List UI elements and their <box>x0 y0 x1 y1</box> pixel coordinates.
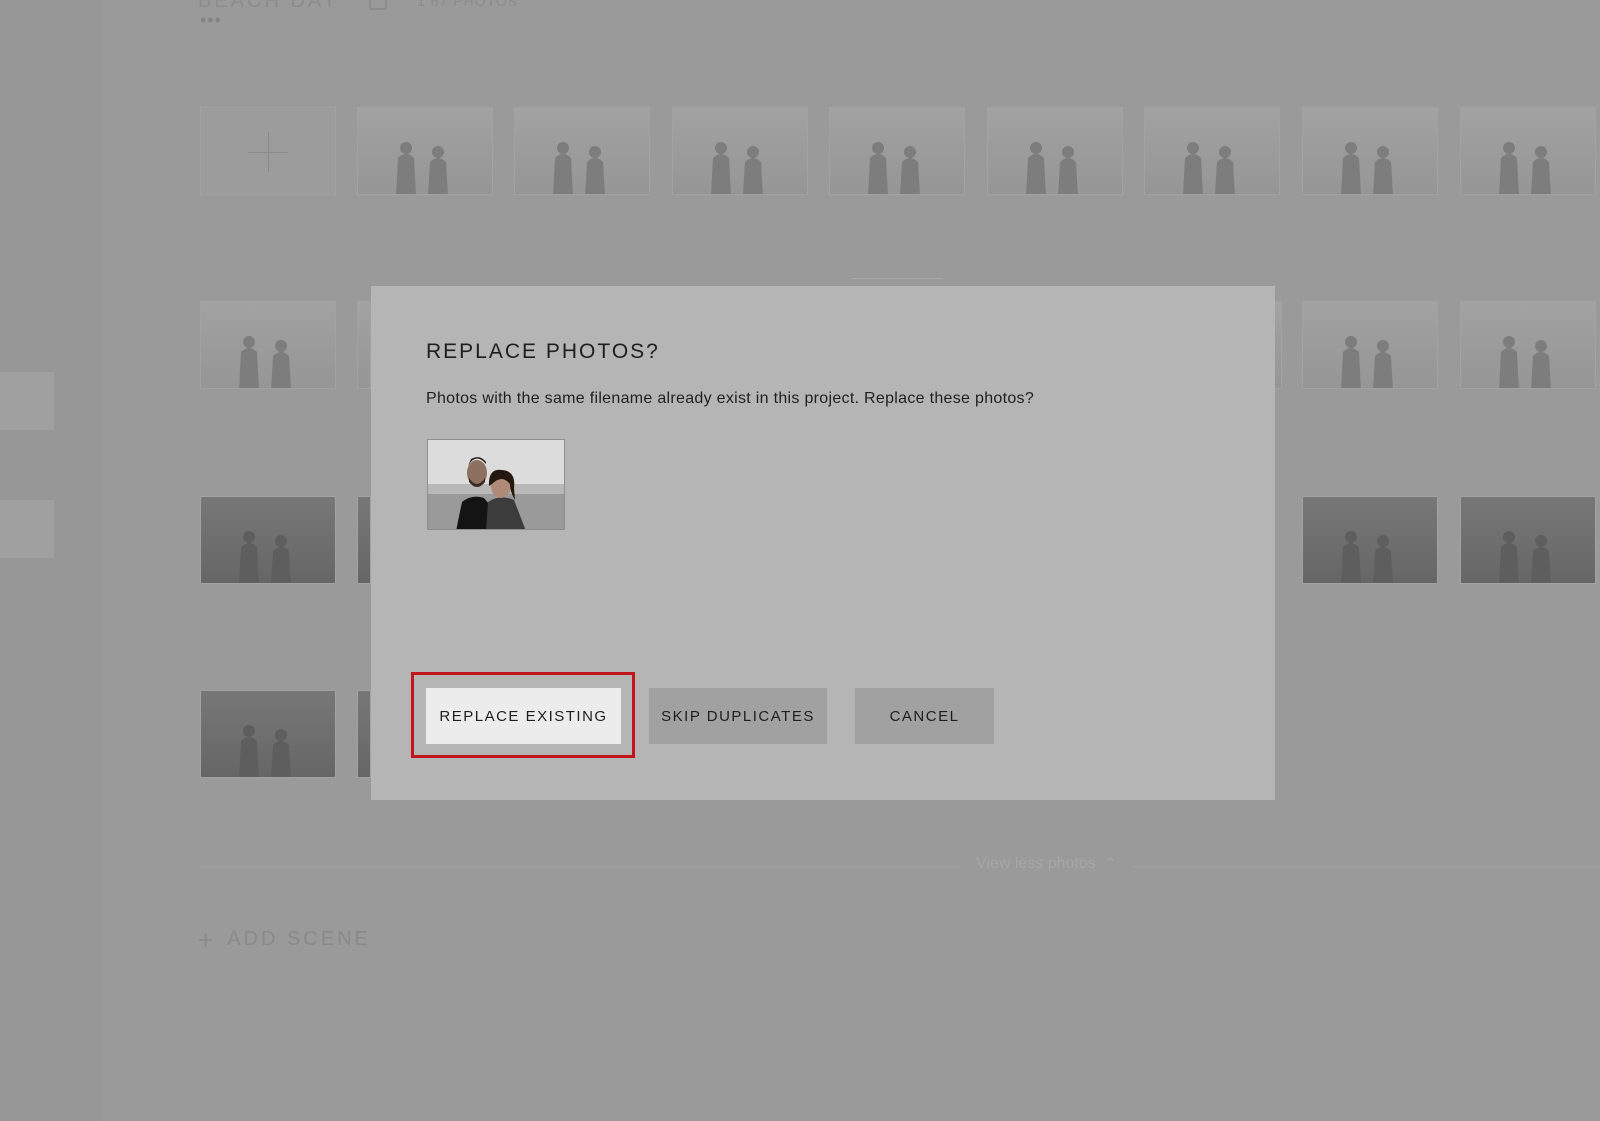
cancel-button[interactable]: CANCEL <box>855 688 994 744</box>
photo-thumbnail[interactable] <box>987 107 1123 195</box>
add-scene-button[interactable]: + ADD SCENE <box>198 924 371 955</box>
dialog-message: Photos with the same filename already ex… <box>426 390 1035 407</box>
photo-thumbnail[interactable] <box>1274 301 1282 389</box>
photo-thumbnail[interactable] <box>200 690 336 778</box>
photo-thumbnail[interactable] <box>357 496 371 584</box>
photo-thumbnail[interactable] <box>672 107 808 195</box>
photo-thumbnail[interactable] <box>1302 496 1438 584</box>
photo-thumbnail[interactable] <box>1460 496 1596 584</box>
add-scene-label: ADD SCENE <box>227 928 371 950</box>
replace-photos-dialog: REPLACE PHOTOS? Photos with the same fil… <box>371 286 1275 800</box>
chevron-up-icon: ⌃ <box>1103 856 1118 873</box>
photo-thumbnail[interactable] <box>200 496 336 584</box>
photo-thumbnail[interactable] <box>357 690 371 778</box>
photo-thumbnail[interactable] <box>514 107 650 195</box>
section-divider <box>200 866 1600 867</box>
photo-thumbnail[interactable] <box>1460 301 1596 389</box>
duplicate-photo-thumbnail <box>427 439 565 530</box>
skip-duplicates-button[interactable]: SKIP DUPLICATES <box>649 688 827 744</box>
add-photo-tile[interactable] <box>200 107 336 195</box>
replace-existing-button[interactable]: REPLACE EXISTING <box>426 688 621 744</box>
photo-thumbnail[interactable] <box>1302 301 1438 389</box>
photo-thumbnail[interactable] <box>200 301 336 389</box>
plus-icon: + <box>198 924 214 955</box>
photo-thumbnail[interactable] <box>1460 107 1596 195</box>
photo-thumbnail[interactable] <box>1144 107 1280 195</box>
photo-thumbnail[interactable] <box>829 107 965 195</box>
photo-thumbnail[interactable] <box>357 301 371 389</box>
photo-thumbnail[interactable] <box>1302 107 1438 195</box>
dialog-title: REPLACE PHOTOS? <box>426 340 660 363</box>
view-less-label: View less photos <box>976 855 1096 872</box>
photo-thumbnail[interactable] <box>357 107 493 195</box>
view-less-photos-link[interactable]: View less photos ⌃ <box>960 854 1134 874</box>
